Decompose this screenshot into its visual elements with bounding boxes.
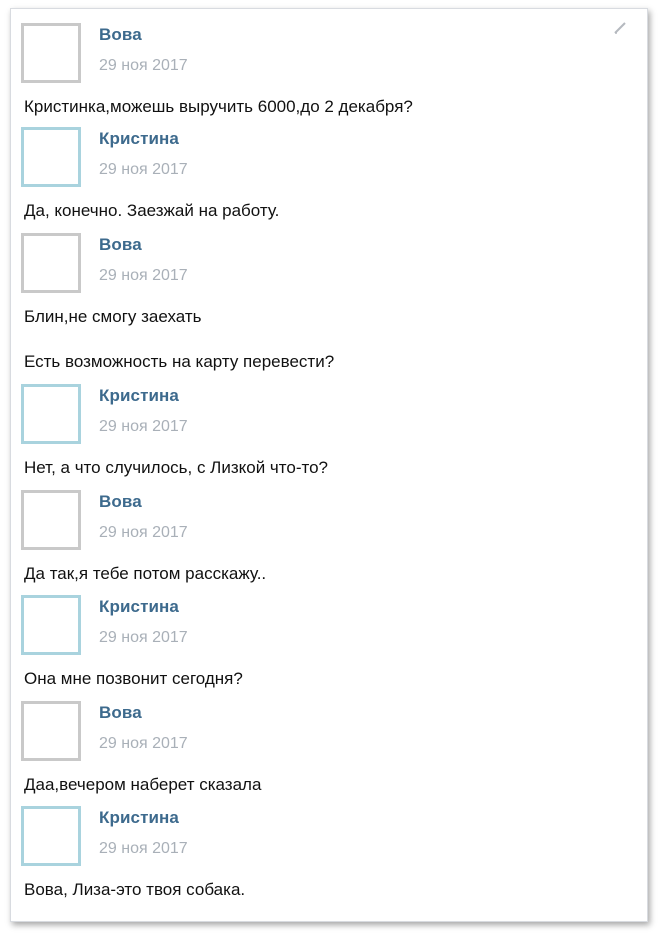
- avatar[interactable]: [21, 384, 81, 444]
- message-date[interactable]: 29 ноя 2017: [99, 629, 188, 647]
- message-date[interactable]: 29 ноя 2017: [99, 267, 188, 285]
- conversation-panel: Вова 29 ноя 2017 Кристинка,можешь выручи…: [10, 8, 648, 922]
- author-name[interactable]: Вова: [99, 25, 142, 45]
- message-date[interactable]: 29 ноя 2017: [99, 524, 188, 542]
- message-date[interactable]: 29 ноя 2017: [99, 735, 188, 753]
- message-text: Нет, а что случилось, с Лизкой что-то?: [24, 458, 329, 477]
- author-name[interactable]: Кристина: [99, 597, 179, 617]
- message-date[interactable]: 29 ноя 2017: [99, 840, 188, 858]
- author-name[interactable]: Кристина: [99, 129, 179, 149]
- avatar[interactable]: [21, 127, 81, 187]
- avatar[interactable]: [21, 595, 81, 655]
- avatar[interactable]: [21, 233, 81, 293]
- message-text: Даа,вечером наберет сказала: [24, 775, 262, 794]
- avatar[interactable]: [21, 806, 81, 866]
- author-name[interactable]: Вова: [99, 492, 142, 512]
- message-date[interactable]: 29 ноя 2017: [99, 418, 188, 436]
- author-name[interactable]: Вова: [99, 703, 142, 723]
- message-text: Она мне позвонит сегодня?: [24, 669, 243, 688]
- avatar[interactable]: [21, 490, 81, 550]
- author-name[interactable]: Вова: [99, 235, 142, 255]
- message-text: Да так,я тебе потом расскажу..: [24, 564, 267, 583]
- message-text: Есть возможность на карту перевести?: [24, 352, 335, 371]
- message-text: Вова, Лиза-это твоя собака.: [24, 880, 246, 899]
- author-name[interactable]: Кристина: [99, 808, 179, 828]
- pencil-icon[interactable]: [613, 21, 627, 35]
- avatar[interactable]: [21, 23, 81, 83]
- message-text: Да, конечно. Заезжай на работу.: [24, 201, 280, 220]
- avatar[interactable]: [21, 701, 81, 761]
- message-date[interactable]: 29 ноя 2017: [99, 161, 188, 179]
- author-name[interactable]: Кристина: [99, 386, 179, 406]
- message-text: Блин,не смогу заехать: [24, 307, 202, 326]
- message-date[interactable]: 29 ноя 2017: [99, 57, 188, 75]
- message-text: Кристинка,можешь выручить 6000,до 2 дека…: [24, 97, 413, 116]
